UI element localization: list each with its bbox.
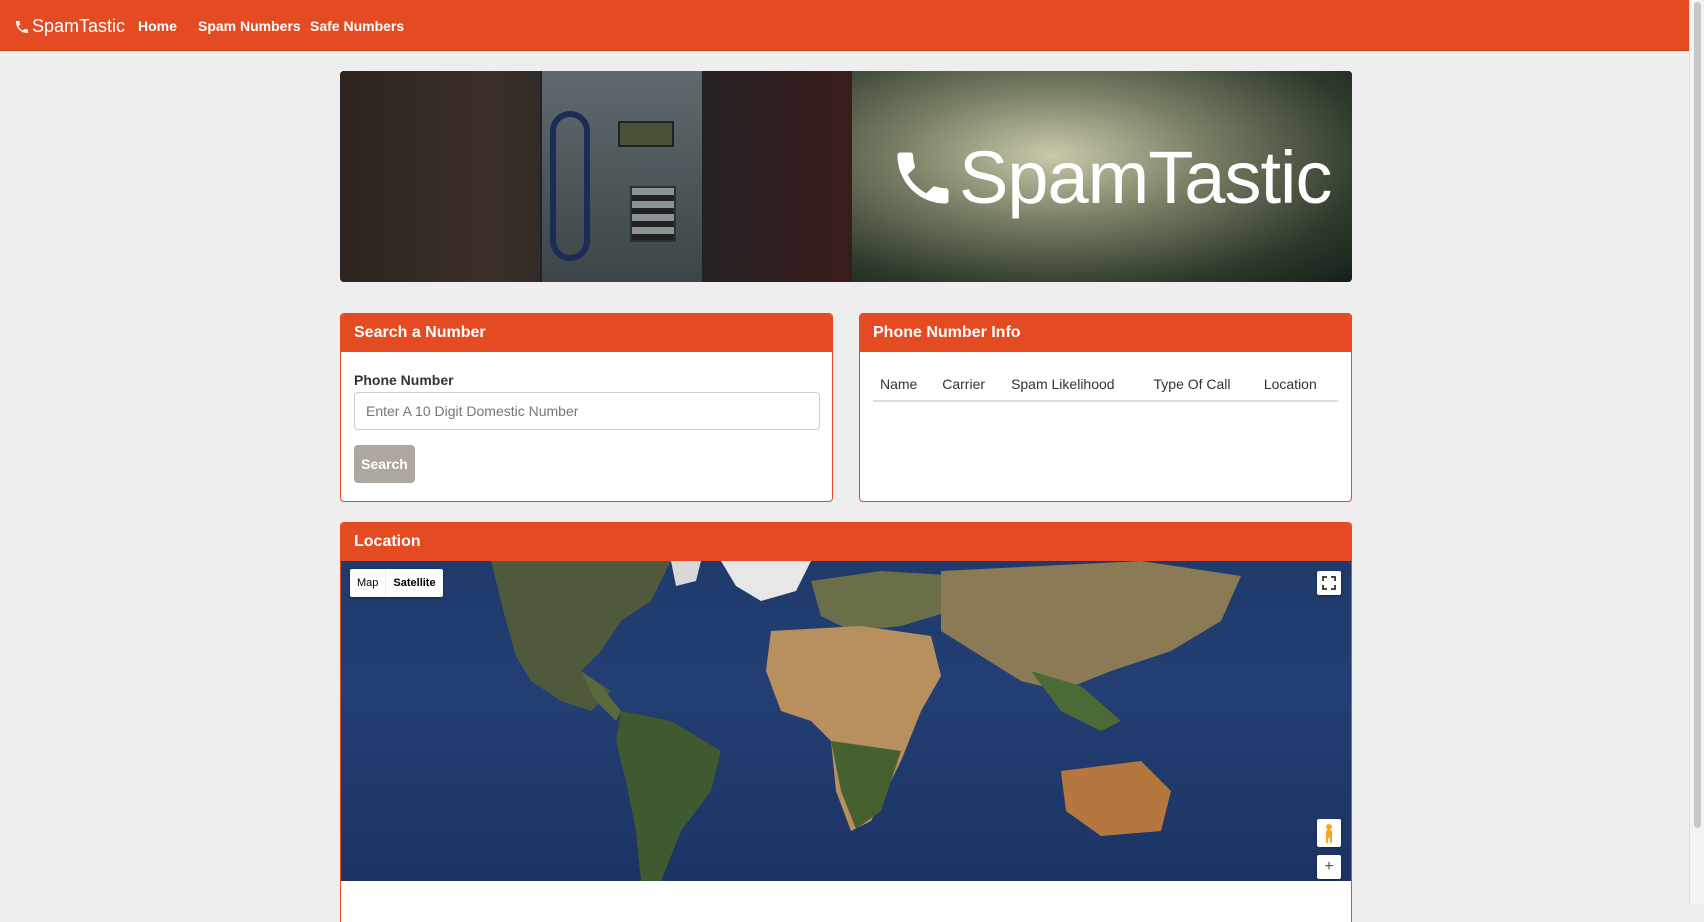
fullscreen-button[interactable] [1317, 571, 1341, 595]
search-panel: Search a Number Phone Number Search [340, 313, 833, 502]
payphone-keypad [630, 186, 676, 242]
navbar: SpamTastic Home Spam Numbers Safe Number… [0, 0, 1689, 51]
payphone-display [618, 121, 674, 147]
map-type-satellite[interactable]: Satellite [385, 569, 442, 597]
column-name: Name [873, 368, 936, 402]
location-panel-heading: Location [341, 523, 1351, 561]
payphone-handset [550, 111, 590, 261]
phone-icon [16, 20, 28, 33]
banner-title-text: SpamTastic [959, 136, 1332, 219]
info-panel: Phone Number Info Name Carrier Spam Like… [859, 313, 1352, 502]
phone-number-input[interactable] [354, 392, 820, 430]
map-type-map[interactable]: Map [350, 569, 385, 597]
map-type-control: Map Satellite [350, 569, 443, 597]
banner-image: SpamTastic [340, 71, 1352, 282]
map-landmass [491, 561, 1241, 881]
fullscreen-icon [1322, 576, 1336, 590]
phone-number-label: Phone Number [354, 372, 454, 388]
column-type-of-call: Type Of Call [1146, 368, 1257, 402]
zoom-in-icon: + [1324, 858, 1334, 875]
column-location: Location [1256, 368, 1338, 402]
search-button[interactable]: Search [354, 445, 415, 483]
info-panel-heading: Phone Number Info [860, 314, 1351, 352]
brand-name: SpamTastic [32, 16, 126, 36]
pegman-icon [1326, 824, 1332, 843]
scroll-thumb[interactable] [1694, 2, 1701, 828]
brand[interactable]: SpamTastic [14, 16, 125, 37]
location-panel: Location Map Satellite + [340, 522, 1352, 922]
column-carrier: Carrier [935, 368, 1005, 402]
banner-logo: SpamTastic [889, 135, 1332, 220]
world-map[interactable]: Map Satellite + [341, 561, 1351, 881]
phone-icon [897, 152, 949, 203]
search-panel-heading: Search a Number [341, 314, 832, 352]
info-table-header-row: Name Carrier Spam Likelihood Type Of Cal… [873, 368, 1338, 402]
nav-safe-numbers[interactable]: Safe Numbers [310, 18, 404, 34]
nav-home[interactable]: Home [138, 18, 177, 34]
scrollbar[interactable] [1689, 0, 1704, 904]
zoom-in-button[interactable]: + [1317, 855, 1341, 879]
nav-spam-numbers[interactable]: Spam Numbers [198, 18, 301, 34]
column-spam-likelihood: Spam Likelihood [1004, 368, 1147, 402]
info-table: Name Carrier Spam Likelihood Type Of Cal… [873, 368, 1338, 402]
street-view-button[interactable] [1317, 819, 1341, 847]
